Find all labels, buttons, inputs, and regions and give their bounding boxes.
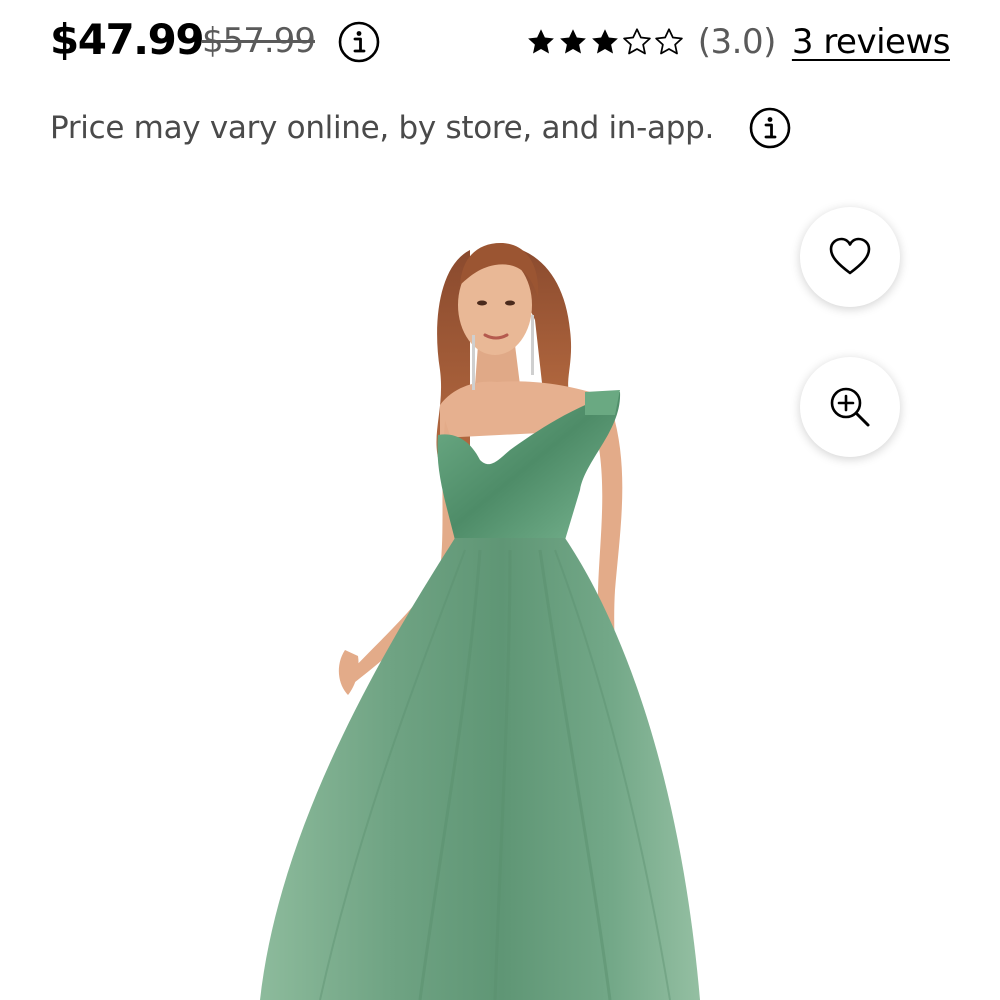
star-rating <box>526 27 684 57</box>
was-price: $57.99 <box>202 21 316 61</box>
price-info-button[interactable] <box>337 20 381 64</box>
star-outline-icon <box>655 28 683 55</box>
disclaimer-info-button[interactable] <box>748 106 792 150</box>
price-disclaimer: Price may vary online, by store, and in-… <box>50 110 715 146</box>
favorite-button[interactable] <box>800 207 900 307</box>
price-disclaimer-row: Price may vary online, by store, and in-… <box>50 104 792 152</box>
zoom-button[interactable] <box>800 357 900 457</box>
zoom-in-icon <box>830 387 870 427</box>
star-outline-icon <box>623 28 651 55</box>
product-detail-page: $47.99 $57.99 (3.0) 3 reviews Price may … <box>0 0 1000 1000</box>
info-icon <box>338 21 380 63</box>
heart-icon <box>829 237 871 275</box>
reviews-link[interactable]: 3 reviews <box>792 22 951 62</box>
price-rating-row: $47.99 $57.99 (3.0) 3 reviews <box>50 14 951 70</box>
product-image-gallery[interactable] <box>0 170 1000 1000</box>
rating-value: (3.0) <box>697 22 777 62</box>
star-filled-icon <box>559 29 586 54</box>
star-filled-icon <box>591 29 618 54</box>
info-icon <box>749 107 791 149</box>
star-filled-icon <box>527 29 554 54</box>
rating-summary: (3.0) 3 reviews <box>526 14 951 70</box>
model-figure <box>260 242 700 1000</box>
current-price: $47.99 <box>50 15 205 64</box>
